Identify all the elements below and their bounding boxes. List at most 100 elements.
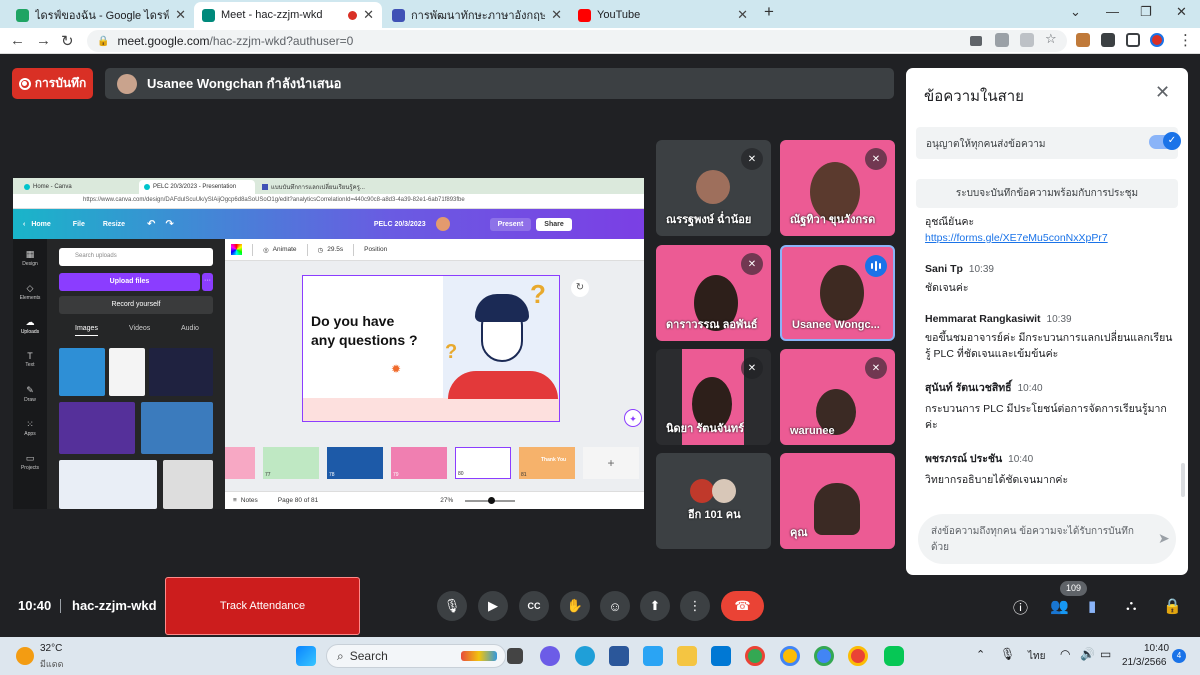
window-close-button[interactable]: ✕: [1176, 4, 1187, 20]
close-icon[interactable]: ✕: [363, 7, 374, 23]
host-controls-icon[interactable]: 🔒: [1163, 597, 1182, 615]
participant-tile-speaking[interactable]: Usanee Wongc...: [780, 245, 895, 341]
clock-time[interactable]: 10:40: [1144, 643, 1169, 654]
participant-count-badge: 109: [1060, 581, 1087, 596]
url-field[interactable]: 🔒 meet.google.com/hac-zzjm-wkd?authuser=…: [87, 30, 1067, 52]
edge-icon[interactable]: [575, 646, 595, 666]
task-view-icon[interactable]: [507, 648, 523, 664]
notification-badge[interactable]: 4: [1172, 649, 1186, 663]
home-icon: ‹: [23, 220, 26, 228]
browser-tab-meet[interactable]: Meet - hac-zzjm-wkd ✕: [194, 2, 382, 28]
chat-icon[interactable]: ▮: [1088, 597, 1096, 615]
redo-icon: ↷: [165, 218, 174, 230]
mic-icon: 🎙: [443, 598, 461, 613]
reload-button[interactable]: ↻: [61, 32, 74, 50]
participant-tile[interactable]: ✕ ณรรฐพงษ์ ฉ่ำน้อย: [656, 140, 771, 236]
hand-icon: ✋: [566, 598, 584, 613]
close-icon[interactable]: ✕: [737, 7, 748, 23]
record-yourself-button: Record yourself: [59, 296, 213, 314]
record-icon: [18, 77, 31, 90]
app-l-icon[interactable]: [643, 646, 663, 666]
camera-icon: ▶: [488, 598, 498, 613]
sidebar-icon[interactable]: [1126, 33, 1140, 47]
form-link[interactable]: https://forms.gle/XE7eMu5conNxXpPr7: [925, 232, 1108, 244]
raise-hand-button[interactable]: ✋: [560, 591, 590, 621]
chat-title: ข้อความในสาย: [924, 88, 1024, 105]
translate-icon[interactable]: [995, 33, 1009, 47]
leave-call-button[interactable]: ☎: [721, 591, 764, 621]
chat-app-icon[interactable]: [540, 646, 560, 666]
wifi-icon[interactable]: ◠: [1060, 647, 1070, 661]
star-icon[interactable]: ☆: [1045, 31, 1059, 46]
slide-footer-band: [303, 398, 559, 421]
back-button[interactable]: ←: [10, 32, 25, 49]
chrome-profile-icon[interactable]: [848, 646, 868, 666]
color-icon: [231, 244, 242, 255]
browser-tab-drive[interactable]: ไดรฟ์ของฉัน - Google ไดรฟ์ ✕: [8, 2, 194, 28]
self-tile[interactable]: คุณ: [780, 453, 895, 549]
more-icon: ⋮: [688, 598, 702, 613]
language-indicator[interactable]: ไทย: [1028, 649, 1045, 664]
profile-avatar[interactable]: [1150, 33, 1164, 47]
allow-messages-toggle[interactable]: [1149, 132, 1181, 150]
captions-button[interactable]: CC: [519, 591, 549, 621]
word-icon[interactable]: [609, 646, 629, 666]
track-attendance-button[interactable]: Track Attendance: [165, 577, 360, 635]
close-icon[interactable]: ✕: [551, 7, 562, 23]
activities-icon[interactable]: ⛬: [1126, 597, 1137, 614]
mic-button[interactable]: 🎙: [437, 591, 467, 621]
chat-message: Hemmarat Rangkasiwit 10:39 ขอขึ้นชมอาจารย…: [925, 313, 1173, 360]
clock-date[interactable]: 21/3/2566: [1122, 657, 1167, 668]
chat-input[interactable]: ส่งข้อความถึงทุกคน ข้อความจะได้รับการบัน…: [918, 514, 1176, 564]
participant-tile[interactable]: ✕ ดาราวรรณ ลอพันธ์: [656, 245, 771, 341]
avatar: [435, 217, 450, 231]
mic-icon[interactable]: 🎙: [1000, 647, 1015, 661]
puzzle-icon[interactable]: [1101, 33, 1115, 47]
people-icon[interactable]: 👥: [1050, 597, 1069, 615]
info-icon[interactable]: ⓘ: [1013, 597, 1028, 618]
camera-icon[interactable]: [970, 36, 982, 46]
chevron-down-icon[interactable]: ⌄: [1070, 4, 1081, 20]
line-icon[interactable]: [884, 646, 904, 666]
maximize-button[interactable]: ❐: [1140, 4, 1152, 20]
chrome-icon[interactable]: [745, 646, 765, 666]
volume-icon[interactable]: 🔊: [1080, 647, 1095, 661]
notes-icon: ≡: [233, 497, 237, 504]
chevron-up-icon[interactable]: ⌃: [976, 648, 985, 661]
windows-start-icon[interactable]: [296, 646, 316, 666]
forward-button[interactable]: →: [36, 32, 51, 49]
chat-panel: ข้อความในสาย ✕ อนุญาตให้ทุกคนส่งข้อความ …: [906, 68, 1188, 575]
participant-tile[interactable]: ✕ warunee: [780, 349, 895, 445]
reactions-button[interactable]: ☺: [600, 591, 630, 621]
recording-badge[interactable]: การบันทึก: [12, 68, 93, 99]
chrome-profile-icon[interactable]: [780, 646, 800, 666]
close-icon[interactable]: ✕: [1155, 82, 1170, 103]
browser-tab-youtube[interactable]: YouTube ✕: [570, 2, 756, 28]
menu-icon[interactable]: ⋮: [1178, 31, 1193, 49]
browser-tab-english[interactable]: การพัฒนาทักษะภาษาอังกฤษ English ✕: [384, 2, 570, 28]
chrome-profile-icon[interactable]: [814, 646, 834, 666]
participant-tile[interactable]: ✕ ณัฐทิวา ขุนวังกรด: [780, 140, 895, 236]
page-thumbnail: 79: [391, 447, 447, 479]
more-options-button[interactable]: ⋮: [680, 591, 710, 621]
divider: [60, 599, 61, 613]
new-tab-button[interactable]: +: [764, 2, 774, 22]
taskbar-search[interactable]: ⌕ Search: [326, 644, 506, 668]
captions-icon: CC: [527, 601, 541, 611]
meeting-code: hac-zzjm-wkd: [72, 598, 157, 613]
mail-icon[interactable]: [711, 646, 731, 666]
chat-message: Sani Tp 10:39 ชัดเจนค่ะ: [925, 263, 994, 294]
extension-icon[interactable]: [1076, 33, 1090, 47]
close-icon[interactable]: ✕: [175, 7, 186, 23]
minimize-button[interactable]: —: [1106, 4, 1119, 19]
present-button[interactable]: ⬆: [640, 591, 670, 621]
participant-tile[interactable]: ✕ นิดยา รัตนจันทร์: [656, 349, 771, 445]
battery-icon[interactable]: ▭: [1100, 647, 1111, 661]
camera-button[interactable]: ▶: [478, 591, 508, 621]
sidebar-item-text: T Text: [25, 351, 35, 368]
chat-scrollbar[interactable]: [1181, 463, 1185, 497]
file-explorer-icon[interactable]: [677, 646, 697, 666]
send-icon[interactable]: ➤: [1158, 530, 1170, 546]
share-icon[interactable]: [1020, 33, 1034, 47]
participant-tile-others[interactable]: อีก 101 คน: [656, 453, 771, 549]
